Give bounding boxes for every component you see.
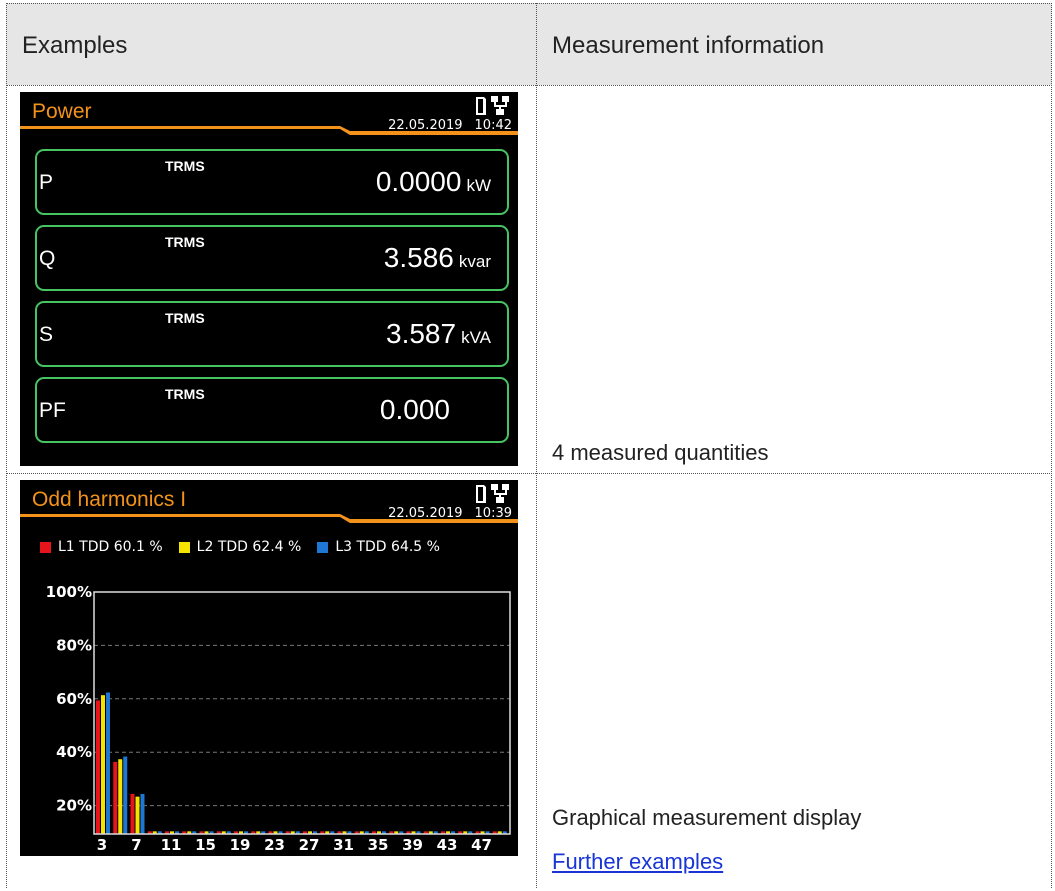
- x-tick-label: 3: [97, 836, 107, 854]
- quantity-mode: TRMS: [165, 234, 205, 250]
- bar-l2: [135, 796, 140, 834]
- quantity-value: 0.0000 kW: [376, 166, 491, 198]
- x-tick-label: 31: [333, 836, 354, 854]
- quantity-label: P: [39, 171, 54, 194]
- row2-measurement-info: Graphical measurement display: [552, 805, 862, 830]
- x-tick-label: 47: [471, 836, 492, 854]
- value-number: 3.586: [383, 242, 454, 273]
- plot-frame: [93, 591, 511, 835]
- power-screen-title: Power: [32, 100, 92, 123]
- row1-measurement-info: 4 measured quantities: [552, 440, 769, 465]
- table-border-top: [6, 3, 1052, 4]
- bar-l2: [101, 695, 105, 834]
- quantity-value: 3.587 kVA: [386, 318, 491, 350]
- y-tick-label: 100%: [46, 583, 92, 601]
- table-border-right: [1051, 3, 1052, 888]
- power-screen: Power 22.05.2019 10:42 P TRMS 0.0000 kW Q …: [20, 92, 518, 466]
- value-unit: kvar: [458, 252, 491, 271]
- quantity-label: PF: [39, 399, 66, 422]
- x-tick-label: 15: [195, 836, 216, 854]
- column-header-examples: Examples: [22, 32, 128, 59]
- quantity-box-pf: PF TRMS 0.000: [35, 377, 509, 443]
- harmonics-screen: Odd harmonics I 22.05.2019 10:39 L1 TDD 6…: [20, 480, 518, 856]
- quantity-label: Q: [39, 247, 56, 270]
- x-tick-label: 35: [368, 836, 389, 854]
- y-tick-label: 60%: [56, 690, 92, 708]
- quantity-label: S: [39, 323, 54, 346]
- status-icons: [476, 96, 509, 115]
- quantity-box-s: S TRMS 3.587 kVA: [35, 301, 509, 367]
- x-tick-label: 23: [264, 836, 285, 854]
- x-tick-label: 7: [131, 836, 141, 854]
- harmonics-bar-chart: 100% 80% 60% 40% 20% 3 7 11 15 19 23 27 31 35 39 43 47: [46, 583, 511, 854]
- bar-l3: [106, 692, 110, 834]
- quantity-mode: TRMS: [165, 158, 205, 174]
- quantity-value: 0.000: [380, 394, 455, 426]
- table-divider-row: [6, 473, 1052, 474]
- value-unit: kVA: [461, 328, 491, 347]
- x-tick-label: 19: [230, 836, 251, 854]
- value-number: 3.587: [386, 318, 457, 349]
- y-tick-label: 20%: [56, 797, 92, 815]
- value-number: 0.000: [379, 394, 450, 425]
- table-divider-header: [6, 85, 1052, 86]
- quantity-mode: TRMS: [165, 310, 205, 326]
- quantity-box-p: P TRMS 0.0000 kW: [35, 149, 509, 215]
- bar-l1: [96, 700, 100, 834]
- x-tick-label: 27: [299, 836, 320, 854]
- quantity-mode: TRMS: [165, 386, 205, 402]
- memory-card-icon: [476, 97, 486, 115]
- bar-l1: [130, 793, 135, 834]
- bar-l3: [123, 756, 128, 834]
- value-number: 0.0000: [375, 166, 462, 197]
- quantity-value: 3.586 kvar: [384, 242, 491, 274]
- y-tick-label: 40%: [56, 743, 92, 761]
- title-underline: [20, 126, 518, 135]
- further-examples-link[interactable]: Further examples: [552, 849, 723, 875]
- value-unit: kW: [466, 176, 491, 195]
- y-tick-label: 80%: [56, 636, 92, 654]
- quantity-box-q: Q TRMS 3.586 kvar: [35, 225, 509, 291]
- x-tick-label: 43: [437, 836, 458, 854]
- bar-l2: [118, 759, 123, 834]
- network-icon: [491, 96, 509, 115]
- column-header-measurement-info: Measurement information: [552, 32, 825, 59]
- bar-l1: [113, 761, 118, 834]
- table-divider-column: [536, 3, 537, 888]
- table-border-left: [6, 3, 7, 888]
- x-tick-label: 11: [161, 836, 182, 854]
- bar-l3: [140, 793, 145, 834]
- table-header-row: [6, 3, 1052, 85]
- x-tick-label: 39: [402, 836, 423, 854]
